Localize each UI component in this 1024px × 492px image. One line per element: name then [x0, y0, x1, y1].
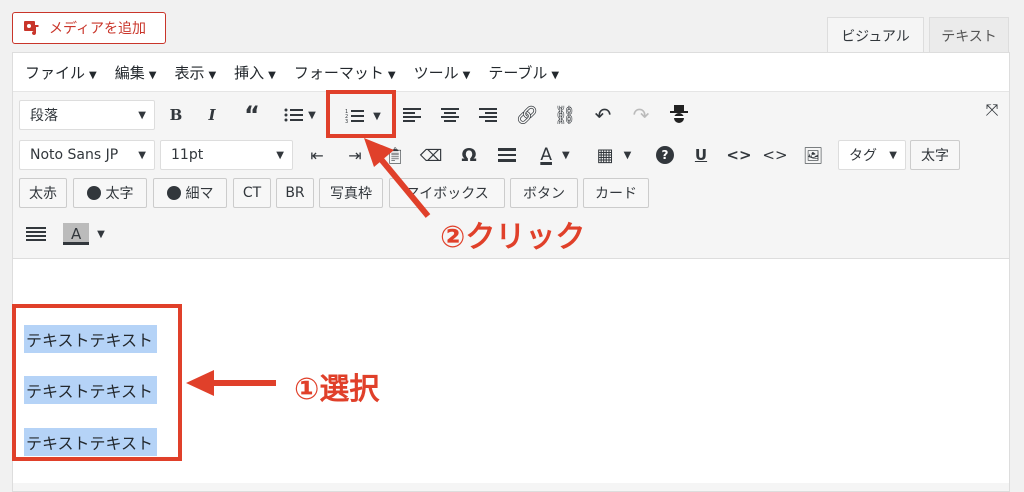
annotation-step-2: ②クリック	[440, 220, 586, 255]
annotation-step-1: ①選択	[294, 372, 380, 407]
arrow-to-numbered-list-icon	[364, 138, 431, 218]
arrow-to-selection-icon	[186, 370, 276, 396]
